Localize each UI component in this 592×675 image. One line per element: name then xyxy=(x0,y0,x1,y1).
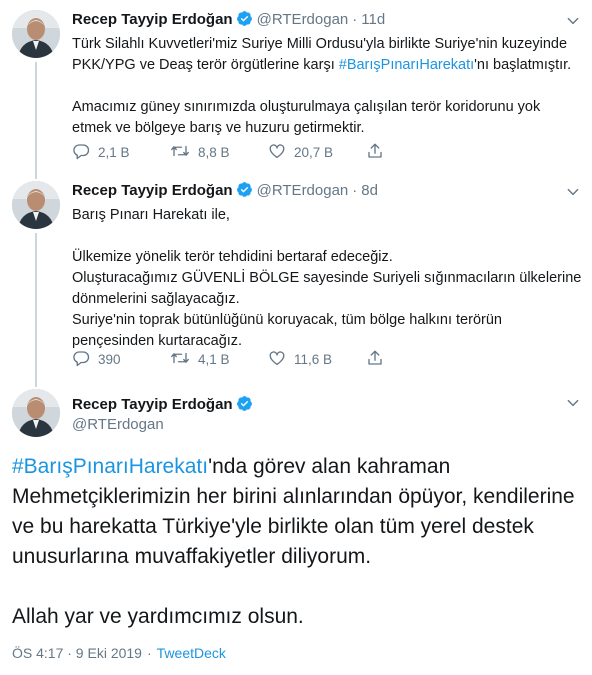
tweet-paragraph: Suriye'nin toprak bütünlüğünü koruyacak,… xyxy=(72,312,502,349)
tweet-paragraph: Allah yar ve yardımcımız olsun. xyxy=(12,605,304,628)
hashtag-link[interactable]: #BarışPınarıHarekatı xyxy=(12,455,208,478)
tweet-time[interactable]: 8d xyxy=(361,182,378,199)
share-button[interactable] xyxy=(366,142,464,163)
like-icon xyxy=(268,349,294,370)
main-author-line: Recep Tayyip Erdoğan xyxy=(72,395,253,416)
share-button[interactable] xyxy=(366,349,464,370)
tweet-paragraph: Amacımız güney sınırımızda oluşturulmaya… xyxy=(72,99,541,136)
separator: · xyxy=(146,645,152,661)
hashtag-link[interactable]: #BarışPınarıHarekatı xyxy=(339,57,474,73)
reply-icon xyxy=(72,349,98,370)
tweet-paragraph: Oluşturacağımız GÜVENLİ BÖLGE sayesinde … xyxy=(72,270,582,307)
chevron-down-icon[interactable] xyxy=(566,14,580,33)
retweet-button[interactable]: 8,8 B xyxy=(170,142,268,163)
reply-count: 2,1 B xyxy=(98,144,130,160)
tweet-timestamp[interactable]: ÖS 4:17 · 9 Eki 2019 xyxy=(12,645,142,661)
like-count: 11,6 B xyxy=(294,351,333,367)
tweet-actions: 390 4,1 B 11,6 B xyxy=(72,347,464,371)
author-name[interactable]: Recep Tayyip Erdoğan xyxy=(72,396,233,413)
like-count: 20,7 B xyxy=(294,144,334,160)
verified-badge-icon xyxy=(236,395,253,416)
tweet-text: Barış Pınarı Harekatı ile, Ülkemize yöne… xyxy=(72,205,582,352)
avatar[interactable] xyxy=(12,181,60,229)
separator: · xyxy=(352,11,358,28)
author-name[interactable]: Recep Tayyip Erdoğan xyxy=(72,11,233,28)
verified-badge-icon xyxy=(236,10,253,33)
tweet-time[interactable]: 11d xyxy=(361,11,385,28)
retweet-count: 8,8 B xyxy=(198,144,230,160)
like-button[interactable]: 11,6 B xyxy=(268,349,366,370)
tweet-paragraph: Türk Silahlı Kuvvetleri'miz Suriye Milli… xyxy=(72,36,572,73)
author-handle[interactable]: @RTErdogan xyxy=(257,182,349,199)
retweet-count: 4,1 B xyxy=(198,351,230,367)
retweet-button[interactable]: 4,1 B xyxy=(170,349,268,370)
author-handle[interactable]: @RTErdogan xyxy=(257,11,349,28)
verified-badge-icon xyxy=(236,181,253,204)
chevron-down-icon[interactable] xyxy=(566,185,580,204)
tweet-header: Recep Tayyip Erdoğan @RTErdogan · 8d xyxy=(72,181,378,204)
retweet-icon xyxy=(170,349,198,370)
separator: · xyxy=(352,182,358,199)
chevron-down-icon[interactable] xyxy=(566,396,580,415)
reply-button[interactable]: 2,1 B xyxy=(72,142,170,163)
tweet-metadata: ÖS 4:17 · 9 Eki 2019 · TweetDeck xyxy=(12,645,226,661)
main-tweet-text: #BarışPınarıHarekatı'nda görev alan kahr… xyxy=(12,452,582,632)
thread-connector xyxy=(35,233,37,382)
thread-tweet-2[interactable]: Recep Tayyip Erdoğan @RTErdogan · 8d Barış … xyxy=(0,175,592,382)
tweet-paragraph: Ülkemize yönelik terör tehdidini bertara… xyxy=(72,249,393,265)
like-icon xyxy=(268,142,294,163)
reply-icon xyxy=(72,142,98,163)
share-icon xyxy=(366,349,392,370)
thread-tweet-1[interactable]: Recep Tayyip Erdoğan @RTErdogan · 11d Türk … xyxy=(0,0,592,175)
thread-connector xyxy=(35,382,37,387)
avatar[interactable] xyxy=(12,10,60,58)
tweet-text: Türk Silahlı Kuvvetleri'miz Suriye Milli… xyxy=(72,34,582,139)
tweet-actions: 2,1 B 8,8 B 20,7 B xyxy=(72,140,464,164)
reply-count: 390 xyxy=(98,351,121,367)
tweet-header: Recep Tayyip Erdoğan @RTErdogan · 11d xyxy=(72,10,385,33)
retweet-icon xyxy=(170,142,198,163)
reply-button[interactable]: 390 xyxy=(72,349,170,370)
tweet-source-link[interactable]: TweetDeck xyxy=(157,645,226,661)
tweet-paragraph: Barış Pınarı Harekatı ile, xyxy=(72,207,230,223)
thread-connector xyxy=(35,62,37,175)
author-handle[interactable]: @RTErdogan xyxy=(72,416,164,433)
thread-connector xyxy=(35,175,37,179)
share-icon xyxy=(366,142,392,163)
avatar[interactable] xyxy=(12,389,60,437)
tweet-paragraph: #BarışPınarıHarekatı'nda görev alan kahr… xyxy=(12,455,575,568)
author-name[interactable]: Recep Tayyip Erdoğan xyxy=(72,182,233,199)
like-button[interactable]: 20,7 B xyxy=(268,142,366,163)
